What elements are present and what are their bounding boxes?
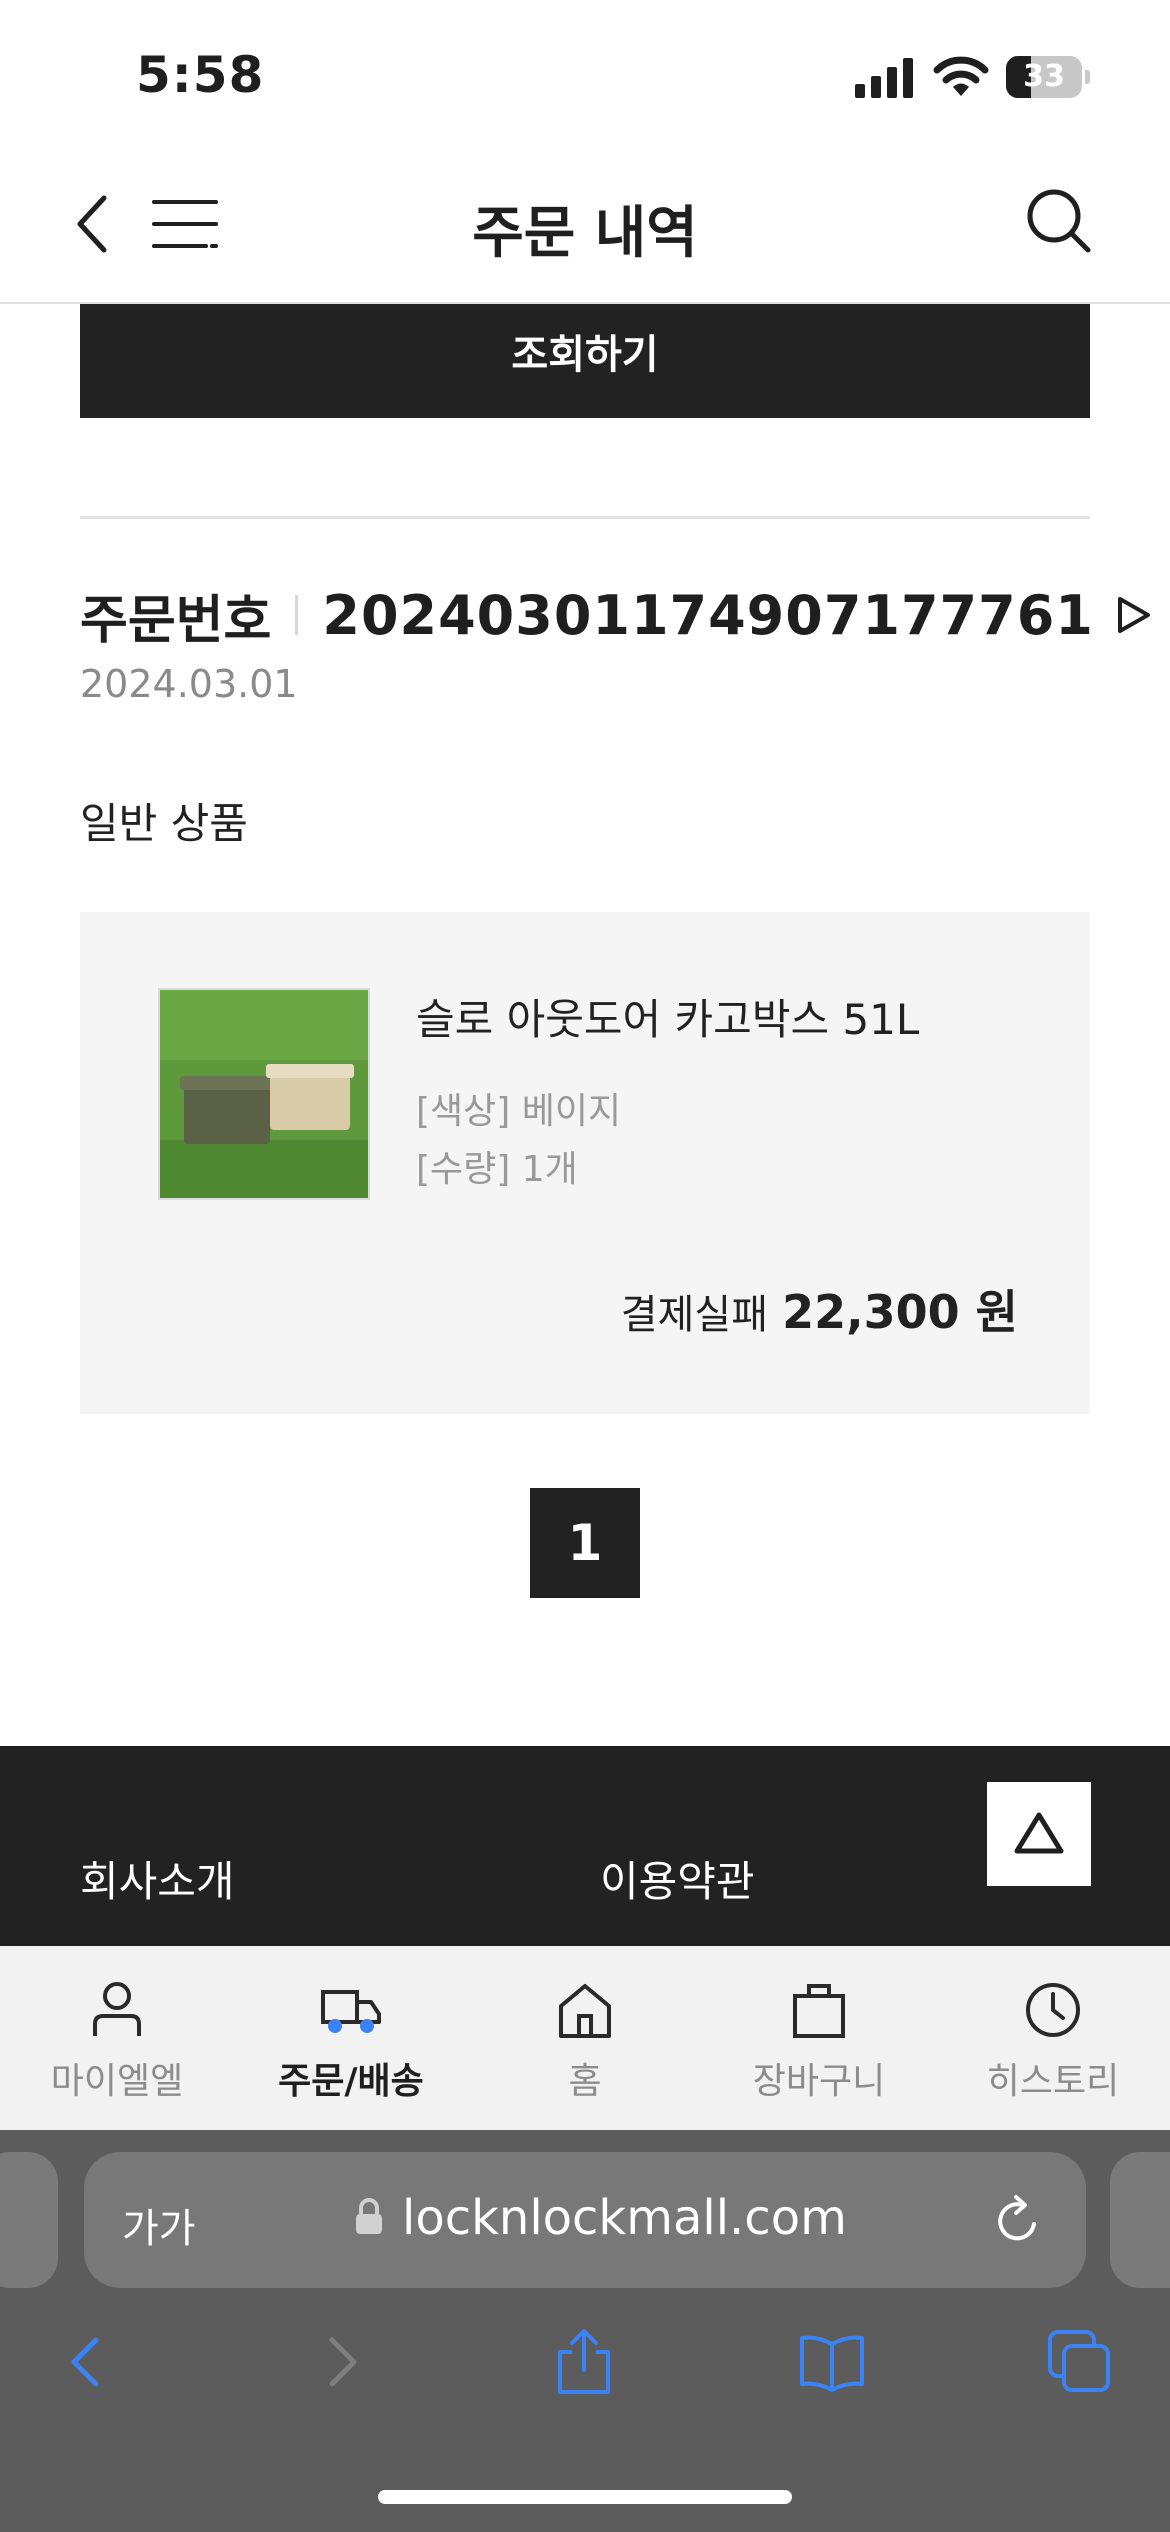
tab-history[interactable]: 히스토리 <box>936 1946 1170 2130</box>
product-option-quantity: [수량] 1개 <box>416 1149 578 1190</box>
order-separator <box>295 595 299 635</box>
app-header: 주문 내역 <box>0 150 1170 304</box>
tab-my-page[interactable]: 마이엘엘 <box>0 1946 234 2130</box>
battery-icon: 33 <box>1006 56 1090 98</box>
product-section-label: 일반 상품 <box>80 799 248 848</box>
footer-link-company[interactable]: 회사소개 <box>80 1848 235 1909</box>
tab-label: 주문/배송 <box>278 2061 424 2102</box>
previous-tab-preview[interactable] <box>0 2152 58 2288</box>
address-bar[interactable]: 가가 locknlockmall.com <box>84 2152 1086 2288</box>
payment-status: 결제실패 <box>620 1292 768 1338</box>
product-price: 22,300 원 <box>782 1285 1018 1339</box>
browser-toolbar: 가가 locknlockmall.com <box>0 2130 1170 2532</box>
bookmarks-icon[interactable] <box>796 2326 868 2398</box>
browser-back-icon[interactable] <box>52 2326 124 2398</box>
lock-icon <box>356 2198 382 2234</box>
order-header[interactable]: 주문번호 20240301174907177761 <box>80 580 1154 651</box>
home-indicator <box>378 2490 792 2504</box>
battery-level: 33 <box>1023 59 1065 94</box>
tabs-icon[interactable] <box>1044 2326 1116 2398</box>
triangle-up-icon <box>1014 1812 1064 1854</box>
cargo-box-photo <box>160 990 368 1198</box>
footer-link-terms[interactable]: 이용약관 <box>600 1848 755 1909</box>
order-number[interactable]: 20240301174907177761 <box>322 584 1093 647</box>
wifi-icon <box>933 56 989 96</box>
scroll-to-top-button[interactable] <box>987 1782 1091 1886</box>
home-icon <box>559 1984 611 2038</box>
status-time: 5:58 <box>136 46 265 104</box>
tab-home[interactable]: 홈 <box>468 1946 702 2130</box>
delivery-truck-icon <box>321 1990 381 2033</box>
clock-icon <box>1026 1983 1080 2037</box>
page-title: 주문 내역 <box>472 201 698 266</box>
tab-label: 장바구니 <box>752 2061 886 2102</box>
cellular-signal-icon <box>855 58 913 98</box>
product-image[interactable] <box>158 988 370 1200</box>
next-tab-preview[interactable] <box>1110 2152 1170 2288</box>
tab-label: 히스토리 <box>986 2061 1120 2102</box>
person-icon <box>93 1982 141 2036</box>
bottom-tab-bar: 마이엘엘 주문/배송 홈 장바구니 히스토리 <box>0 1946 1170 2130</box>
shopping-bag-icon <box>793 1984 845 2038</box>
product-option-color: [색상] 베이지 <box>416 1091 622 1132</box>
order-date: 2024.03.01 <box>80 662 298 706</box>
product-card[interactable]: 슬로 아웃도어 카고박스 51L [색상] 베이지 [수량] 1개 결제실패 2… <box>80 912 1090 1414</box>
search-icon[interactable] <box>1024 186 1094 256</box>
url-text[interactable]: locknlockmall.com <box>402 2190 847 2246</box>
tab-label: 마이엘엘 <box>50 2061 184 2102</box>
pagination-current-page[interactable]: 1 <box>530 1488 640 1598</box>
tab-cart[interactable]: 장바구니 <box>702 1946 936 2130</box>
status-bar: 5:58 33 <box>0 0 1170 150</box>
play-arrow-icon[interactable] <box>1114 593 1154 637</box>
browser-forward-icon[interactable] <box>304 2326 376 2398</box>
tab-label: 홈 <box>568 2061 602 2102</box>
share-icon[interactable] <box>548 2326 620 2398</box>
reload-icon[interactable] <box>992 2192 1044 2248</box>
tab-orders[interactable]: 주문/배송 <box>234 1946 468 2130</box>
lookup-button[interactable]: 조회하기 <box>80 304 1090 418</box>
site-footer: 회사소개 이용약관 <box>0 1746 1170 1946</box>
text-size-button[interactable]: 가가 <box>122 2196 196 2254</box>
divider <box>80 516 1090 519</box>
order-number-label: 주문번호 <box>80 590 272 651</box>
product-name[interactable]: 슬로 아웃도어 카고박스 51L <box>416 986 919 1047</box>
